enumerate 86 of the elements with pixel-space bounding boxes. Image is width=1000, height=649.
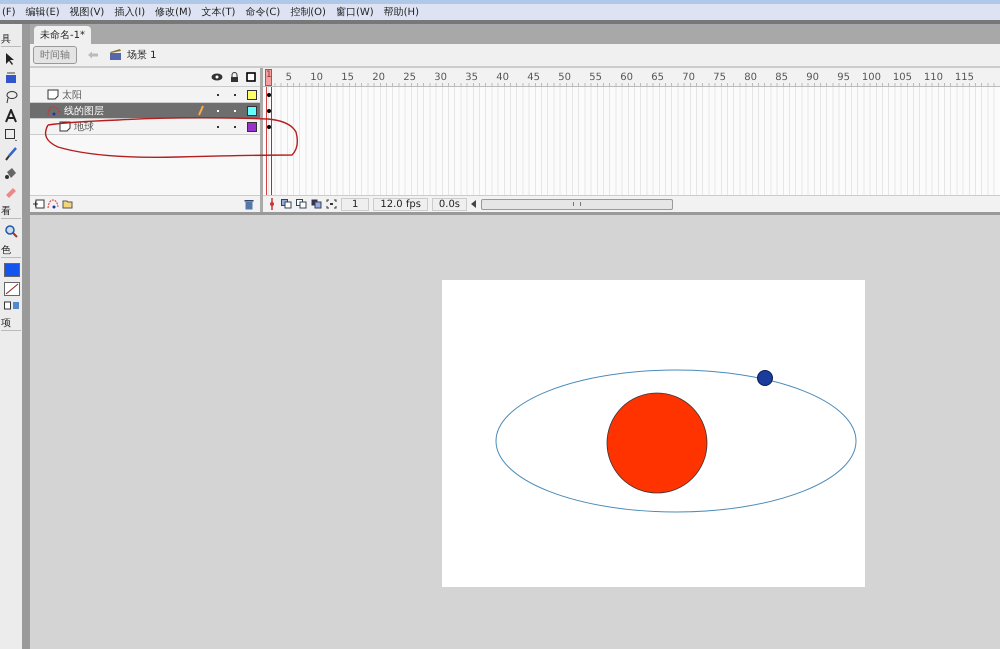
frame-number: 10	[309, 72, 323, 82]
playhead[interactable]: 1	[265, 68, 272, 86]
lasso-icon[interactable]	[4, 90, 18, 104]
menu-item[interactable]: 编辑(E)	[26, 5, 68, 19]
layer-row[interactable]: 地球	[30, 119, 260, 135]
frame-number: 85	[774, 72, 788, 82]
menu-item[interactable]: 文本(T)	[202, 5, 244, 19]
paint-bucket-icon[interactable]	[4, 166, 18, 180]
menu-item[interactable]: 命令(C)	[245, 5, 288, 19]
frame-number: 45	[526, 72, 540, 82]
keyframe-icon[interactable]	[267, 109, 271, 113]
timeline-button[interactable]: 时间轴	[33, 46, 77, 64]
frame-number: 75	[712, 72, 726, 82]
document-tab[interactable]: 未命名-1*	[34, 26, 91, 44]
layer-name: 太阳	[62, 88, 83, 102]
menu-item[interactable]: 插入(I)	[114, 5, 154, 19]
menu-item[interactable]: 窗口(W)	[336, 5, 382, 19]
onion-markers-icon[interactable]	[326, 199, 337, 209]
frame-number: 55	[588, 72, 602, 82]
frame-number: 5	[284, 72, 292, 82]
frame-number: 100	[860, 72, 881, 82]
frame-number: 115	[954, 72, 974, 82]
frame-number: 95	[836, 72, 850, 82]
add-folder-icon[interactable]	[61, 199, 73, 209]
menu-item[interactable]: 控制(O)	[290, 5, 334, 19]
layer-name: 线的图层	[64, 104, 105, 118]
onion-skin-icon[interactable]	[281, 199, 292, 209]
onion-outline-icon[interactable]	[296, 199, 307, 209]
layer-color-swatch[interactable]	[247, 106, 257, 116]
layer-name: 地球	[74, 120, 95, 134]
current-frame: 1	[341, 198, 370, 210]
eye-icon[interactable]	[211, 73, 223, 81]
swap-colors-icon[interactable]	[4, 301, 20, 311]
layer-row[interactable]: 太阳	[30, 87, 260, 103]
outline-icon[interactable]	[246, 72, 256, 82]
earth-circle	[757, 370, 773, 386]
layer-icon	[47, 89, 59, 100]
layer-row[interactable]: 线的图层	[30, 103, 260, 119]
brush-icon[interactable]	[4, 147, 18, 161]
frame-rate: 12.0 fps	[373, 198, 428, 210]
rectangle-tool-icon[interactable]	[4, 128, 18, 142]
layer-color-swatch[interactable]	[247, 122, 257, 132]
fill-color-swatch[interactable]	[4, 263, 20, 277]
center-frame-icon[interactable]	[267, 198, 277, 210]
horizontal-scrollbar[interactable]	[481, 198, 674, 210]
frame-number: 90	[805, 72, 819, 82]
lock-icon[interactable]	[230, 72, 239, 82]
pencil-icon	[198, 105, 204, 116]
frame-number: 110	[922, 72, 943, 82]
keyframe-icon[interactable]	[267, 125, 271, 129]
zoom-icon[interactable]	[4, 224, 18, 238]
gradient-tool-icon[interactable]	[4, 71, 18, 85]
panel-heading: 具	[1, 32, 21, 47]
frame-number: 35	[464, 72, 478, 82]
frame-number: 30	[433, 72, 447, 82]
text-tool-icon[interactable]	[4, 109, 18, 123]
guide-layer-icon	[47, 105, 61, 116]
panel-heading: 项	[1, 316, 21, 331]
frame-number: 20	[371, 72, 385, 82]
menu-item[interactable]: 修改(M)	[155, 5, 200, 19]
layer-color-swatch[interactable]	[247, 90, 257, 100]
elapsed-time: 0.0s	[432, 198, 468, 210]
frame-number: 40	[495, 72, 509, 82]
keyframe-icon[interactable]	[267, 93, 271, 97]
add-guide-layer-icon[interactable]	[47, 199, 59, 209]
frame-number: 50	[557, 72, 571, 82]
frame-number: 105	[892, 72, 912, 82]
menu-item[interactable]: 帮助(H)	[384, 5, 427, 19]
frame-number: 65	[650, 72, 664, 82]
edit-multiple-frames-icon[interactable]	[311, 199, 322, 209]
add-layer-icon[interactable]	[33, 199, 45, 209]
frame-number: 80	[743, 72, 757, 82]
scroll-left-icon[interactable]	[471, 200, 478, 208]
frame-number: 60	[619, 72, 633, 82]
stroke-color-swatch[interactable]	[4, 282, 20, 296]
scene-label[interactable]: 场景 1	[127, 48, 157, 62]
trash-icon[interactable]	[244, 198, 254, 210]
frame-number: 70	[681, 72, 695, 82]
frame-number: 25	[402, 72, 416, 82]
arrow-icon[interactable]	[4, 52, 16, 66]
panel-heading: 色	[1, 243, 21, 258]
panel-heading: 看	[1, 204, 21, 219]
menu-item[interactable]: (F)	[2, 6, 24, 18]
clapperboard-icon	[109, 49, 122, 61]
frame-number: 15	[340, 72, 354, 82]
menu-item[interactable]: 视图(V)	[70, 5, 112, 19]
